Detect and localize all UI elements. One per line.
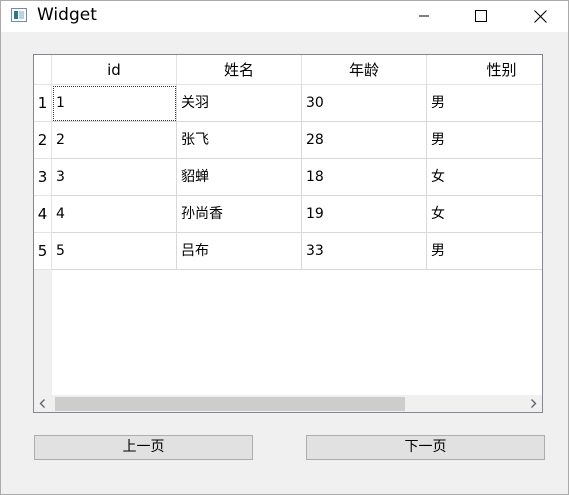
column-header-name[interactable]: 姓名: [177, 55, 302, 85]
minimize-button[interactable]: [401, 1, 447, 32]
title-bar[interactable]: Widget: [1, 1, 568, 32]
row-header-cell[interactable]: 2: [34, 122, 52, 159]
table-cell[interactable]: 18: [302, 159, 427, 196]
horizontal-scrollbar[interactable]: [34, 395, 542, 412]
table-corner-button[interactable]: [34, 55, 52, 85]
scroll-left-button[interactable]: [34, 395, 51, 412]
table-cell[interactable]: 3: [52, 159, 177, 196]
app-icon: [11, 8, 27, 22]
table-cell[interactable]: 男: [427, 85, 542, 122]
table-cell[interactable]: 吕布: [177, 233, 302, 270]
column-header: id 姓名 年龄 性别: [52, 55, 542, 85]
table-cell[interactable]: 男: [427, 122, 542, 159]
previous-page-button[interactable]: 上一页: [34, 435, 253, 460]
table-cell[interactable]: 女: [427, 159, 542, 196]
table-cell[interactable]: 19: [302, 196, 427, 233]
maximize-button[interactable]: [458, 1, 504, 32]
row-header: 1 2 3 4 5: [34, 85, 52, 395]
table-cell[interactable]: 女: [427, 196, 542, 233]
next-page-button[interactable]: 下一页: [306, 435, 545, 460]
close-icon: [534, 10, 547, 23]
chevron-left-icon: [39, 399, 45, 408]
column-header-id[interactable]: id: [52, 55, 177, 85]
maximize-icon: [475, 10, 487, 22]
row-header-cell[interactable]: 5: [34, 233, 52, 270]
row-header-cell[interactable]: 4: [34, 196, 52, 233]
table-cell[interactable]: 貂蝉: [177, 159, 302, 196]
table-cell[interactable]: 张飞: [177, 122, 302, 159]
table-cell[interactable]: 关羽: [177, 85, 302, 122]
table-cell[interactable]: 男: [427, 233, 542, 270]
widget-window: Widget id 姓名 年龄 性别 1 2 3 4 5 1 关羽 30 男 2…: [0, 0, 569, 495]
table-cell[interactable]: 4: [52, 196, 177, 233]
table-cell[interactable]: 28: [302, 122, 427, 159]
column-header-age[interactable]: 年龄: [302, 55, 427, 85]
close-button[interactable]: [517, 1, 563, 32]
scrollbar-thumb[interactable]: [55, 397, 405, 411]
column-header-gender[interactable]: 性别: [427, 55, 542, 85]
table-cell[interactable]: 5: [52, 233, 177, 270]
table-cell[interactable]: 2: [52, 122, 177, 159]
table-cell[interactable]: 1: [52, 85, 177, 122]
minimize-icon: [419, 15, 429, 17]
data-table[interactable]: id 姓名 年龄 性别 1 2 3 4 5 1 关羽 30 男 2 张飞 28 …: [33, 54, 543, 413]
table-cell[interactable]: 孙尚香: [177, 196, 302, 233]
table-cell[interactable]: 33: [302, 233, 427, 270]
chevron-right-icon: [531, 399, 537, 408]
row-header-cell[interactable]: 1: [34, 85, 52, 122]
scroll-right-button[interactable]: [525, 395, 542, 412]
table-cell[interactable]: 30: [302, 85, 427, 122]
window-title: Widget: [37, 5, 97, 25]
row-header-cell[interactable]: 3: [34, 159, 52, 196]
